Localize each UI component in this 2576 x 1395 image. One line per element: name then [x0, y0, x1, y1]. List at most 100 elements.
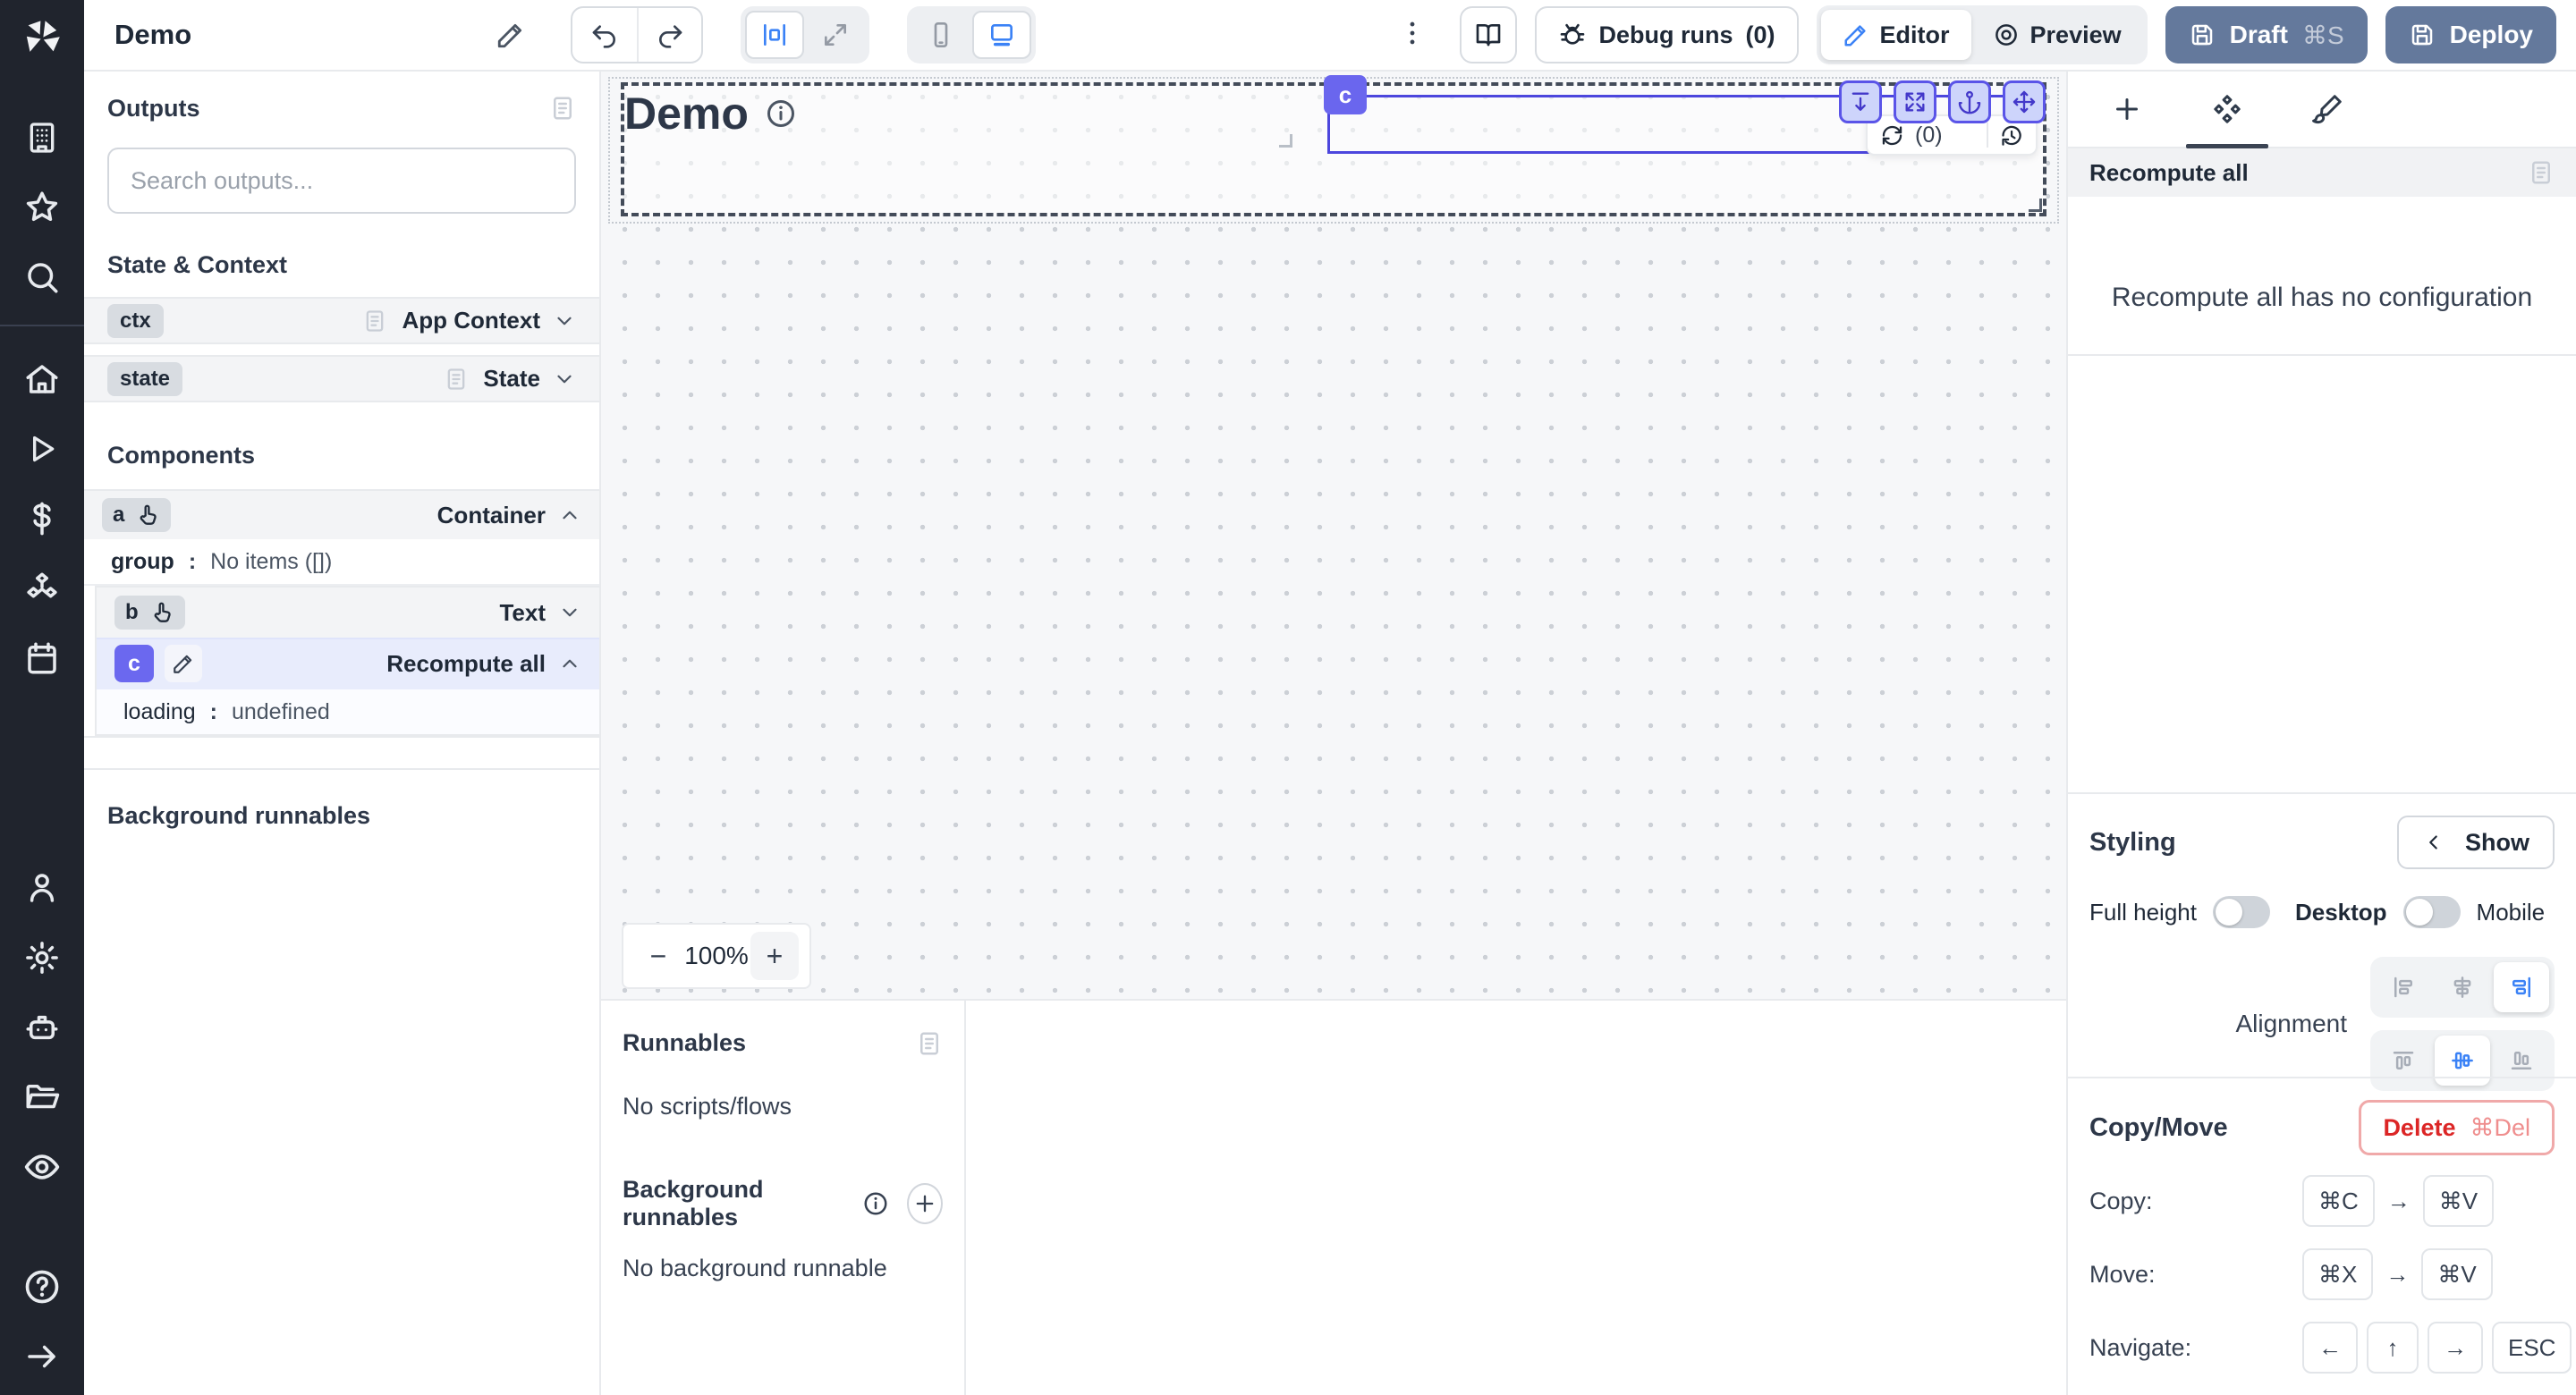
- topbar-right: Debug runs (0) Editor Preview Draft ⌘S: [1397, 5, 2556, 64]
- mobile-view-button[interactable]: [911, 11, 970, 59]
- schedules-calendar-icon[interactable]: [21, 638, 63, 679]
- chevron-down-icon[interactable]: [558, 601, 581, 624]
- outputs-doc-icon[interactable]: [549, 95, 576, 122]
- expand-rail-arrow-icon[interactable]: [21, 1336, 63, 1377]
- runnables-list: Runnables No scripts/flows Background ru…: [601, 1001, 966, 1395]
- info-icon: [765, 97, 797, 130]
- align-left-button[interactable]: [2376, 962, 2431, 1012]
- deploy-button[interactable]: Deploy: [2385, 6, 2556, 63]
- align-center-h-button[interactable]: [2435, 962, 2490, 1012]
- component-c-toolbar: [1839, 80, 2046, 123]
- component-c-row-selected[interactable]: c Recompute all: [97, 638, 599, 688]
- redo-button[interactable]: [637, 8, 701, 62]
- zoom-out-button[interactable]: −: [634, 932, 682, 980]
- component-b-type: Text: [499, 599, 546, 627]
- resources-cubes-icon[interactable]: [21, 568, 63, 609]
- workspace-building-icon[interactable]: [21, 117, 63, 158]
- background-runnables-title: Background runnables: [107, 802, 576, 830]
- move-button[interactable]: [2003, 80, 2046, 123]
- alignment-label: Alignment: [2235, 1010, 2347, 1038]
- component-b-row[interactable]: b Text: [97, 588, 599, 638]
- container-children: b Text c Recompute all: [95, 586, 599, 736]
- delete-shortcut: ⌘Del: [2470, 1114, 2530, 1142]
- component-doc-icon[interactable]: [2528, 159, 2555, 186]
- component-c-tag[interactable]: c: [1324, 75, 1367, 114]
- component-settings-tab[interactable]: [2177, 72, 2277, 147]
- state-badge: state: [107, 362, 182, 396]
- fullsize-button[interactable]: [1894, 80, 1936, 123]
- runs-play-icon[interactable]: [21, 428, 63, 469]
- search-outputs-input[interactable]: [107, 148, 576, 214]
- kbd-cmd-v: ⌘V: [2421, 1248, 2492, 1300]
- home-icon[interactable]: [21, 359, 63, 400]
- expand-down-button[interactable]: [1839, 80, 1882, 123]
- debug-runs-button[interactable]: Debug runs (0): [1535, 6, 1799, 63]
- draft-button[interactable]: Draft ⌘S: [2165, 6, 2368, 63]
- full-height-toggle[interactable]: [2213, 896, 2270, 928]
- workers-robot-icon[interactable]: [21, 1007, 63, 1048]
- runnables-doc-icon[interactable]: [916, 1030, 943, 1057]
- delete-button[interactable]: Delete ⌘Del: [2359, 1100, 2555, 1155]
- editor-tab[interactable]: Editor: [1821, 10, 1971, 60]
- search-icon[interactable]: [21, 257, 63, 298]
- components-bottom-border: [84, 736, 599, 738]
- zoom-in-button[interactable]: +: [750, 932, 799, 980]
- full-height-label: Full height: [2089, 899, 2197, 926]
- chevron-down-icon[interactable]: [553, 309, 576, 333]
- refresh-icon[interactable]: [1880, 123, 1904, 148]
- desktop-toggle[interactable]: [2403, 896, 2461, 928]
- loading-output-row[interactable]: loading : undefined: [97, 688, 599, 734]
- insert-component-tab[interactable]: [2077, 72, 2177, 147]
- resize-handle[interactable]: [1279, 134, 1292, 148]
- copy-label: Copy:: [2089, 1188, 2302, 1215]
- add-background-runnable-button[interactable]: [907, 1183, 943, 1224]
- windmill-app-editor: Demo: [0, 0, 2576, 1395]
- component-b-pill[interactable]: b: [114, 596, 185, 630]
- rail-divider: [0, 325, 84, 326]
- align-right-button[interactable]: [2494, 962, 2549, 1012]
- audit-eye-icon[interactable]: [21, 1146, 63, 1188]
- component-a-row[interactable]: a Container: [84, 489, 599, 539]
- ctx-row[interactable]: ctx App Context: [84, 297, 599, 344]
- preview-tab[interactable]: Preview: [1971, 10, 2143, 60]
- centered-layout-button[interactable]: [745, 11, 804, 59]
- state-type: State: [483, 365, 540, 393]
- favorites-star-icon[interactable]: [21, 187, 63, 228]
- rename-app-icon[interactable]: [496, 20, 526, 50]
- help-icon[interactable]: [21, 1266, 63, 1307]
- windmill-logo-icon[interactable]: [18, 14, 66, 67]
- canvas-heading-text: Demo: [624, 88, 749, 140]
- fullscreen-layout-button[interactable]: [806, 11, 865, 59]
- styling-brush-tab[interactable]: [2277, 72, 2377, 147]
- undo-redo-group: [571, 6, 703, 63]
- settings-gear-icon[interactable]: [21, 937, 63, 978]
- component-a-pill[interactable]: a: [102, 498, 171, 532]
- show-styling-button[interactable]: Show: [2397, 816, 2555, 869]
- desktop-label: Desktop: [2295, 899, 2387, 926]
- history-icon[interactable]: [1999, 123, 2023, 148]
- chevron-down-icon[interactable]: [553, 368, 576, 391]
- state-row[interactable]: state State: [84, 355, 599, 402]
- resize-handle[interactable]: [2029, 199, 2042, 212]
- docs-book-button[interactable]: [1460, 6, 1517, 63]
- anchor-button[interactable]: [1948, 80, 1991, 123]
- billing-dollar-icon[interactable]: [21, 498, 63, 539]
- folders-icon[interactable]: [21, 1077, 63, 1118]
- component-a-id: a: [113, 503, 124, 528]
- desktop-view-button[interactable]: [972, 11, 1031, 59]
- undo-button[interactable]: [572, 8, 637, 62]
- hand-pointer-icon: [135, 503, 160, 528]
- runnables-empty-text: No scripts/flows: [623, 1093, 943, 1120]
- colon: :: [189, 549, 196, 575]
- app-canvas[interactable]: Demo c (0): [601, 72, 2066, 999]
- group-output-row[interactable]: group : No items ([]): [84, 539, 599, 586]
- user-icon[interactable]: [21, 867, 63, 909]
- app-title: Demo: [114, 19, 191, 51]
- colon: :: [210, 699, 217, 725]
- text-component-b[interactable]: Demo: [624, 88, 797, 140]
- more-menu-icon[interactable]: [1397, 18, 1428, 53]
- edit-id-pencil-icon[interactable]: [165, 645, 202, 682]
- chevron-up-icon[interactable]: [558, 652, 581, 675]
- chevron-up-icon[interactable]: [558, 503, 581, 527]
- component-header-bar: Recompute all: [2068, 148, 2576, 197]
